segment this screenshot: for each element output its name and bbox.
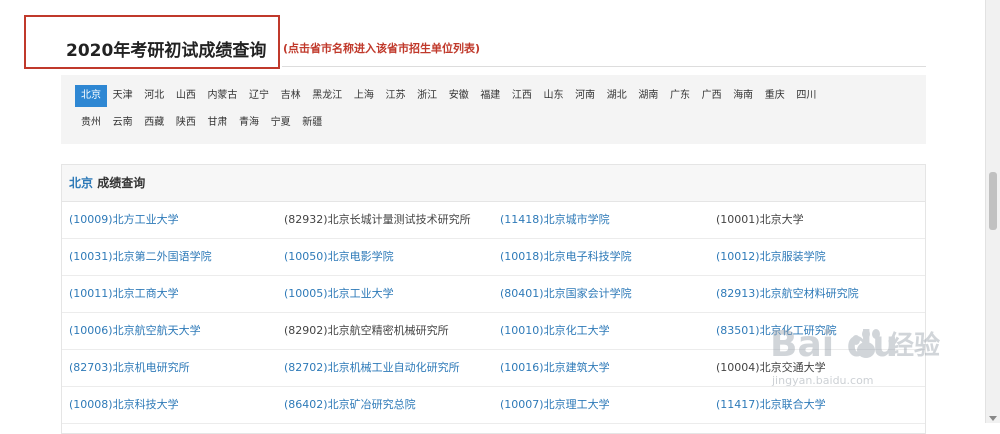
province-item[interactable]: 安徽: [443, 85, 475, 107]
school-link[interactable]: (83501)北京化工研究院: [716, 313, 837, 349]
province-item[interactable]: 贵州: [75, 112, 107, 134]
province-item[interactable]: 浙江: [411, 85, 443, 107]
title-divider: [282, 66, 926, 67]
school-link[interactable]: (11417)北京联合大学: [716, 387, 826, 423]
province-item[interactable]: 山西: [170, 85, 202, 107]
province-item[interactable]: 宁夏: [265, 112, 297, 134]
school-list-header: 北京 成绩查询: [62, 165, 925, 202]
page-subtitle: (点击省市名称进入该省市招生单位列表): [283, 42, 481, 55]
province-item[interactable]: 上海: [348, 85, 380, 107]
province-item[interactable]: 河北: [138, 85, 170, 107]
province-item[interactable]: 福建: [474, 85, 506, 107]
province-row-2: 贵州 云南 西藏 陕西 甘肃 青海 宁夏 新疆: [75, 112, 328, 134]
school-link[interactable]: (10012)北京服装学院: [716, 239, 826, 275]
school-link[interactable]: (82702)北京机械工业自动化研究所: [284, 350, 460, 386]
province-item[interactable]: 河南: [569, 85, 601, 107]
school-link[interactable]: (10010)北京化工大学: [500, 313, 610, 349]
province-item[interactable]: 新疆: [296, 112, 328, 134]
province-item[interactable]: 湖北: [601, 85, 633, 107]
province-item[interactable]: 江苏: [379, 85, 411, 107]
school-link[interactable]: (82932)北京长城计量测试技术研究所: [284, 202, 471, 238]
school-row: (10011)北京工商大学 (10005)北京工业大学 (80401)北京国家会计学…: [62, 276, 925, 313]
province-item[interactable]: 云南: [107, 112, 139, 134]
scrollbar-thumb[interactable]: [989, 172, 997, 230]
school-link[interactable]: (82703)北京机电研究所: [69, 350, 190, 386]
header-province-link[interactable]: 北京: [69, 176, 93, 190]
province-item[interactable]: 广东: [664, 85, 696, 107]
school-row: (10031)北京第二外国语学院 (10050)北京电影学院 (10018)北京电子…: [62, 239, 925, 276]
school-link[interactable]: (10050)北京电影学院: [284, 239, 394, 275]
province-item[interactable]: 陕西: [170, 112, 202, 134]
school-link[interactable]: (86402)北京矿冶研究总院: [284, 387, 416, 423]
province-item[interactable]: 天津: [107, 85, 139, 107]
school-link[interactable]: (10001)北京大学: [716, 202, 804, 238]
school-link[interactable]: (10011)北京工商大学: [69, 276, 179, 312]
province-item[interactable]: 广西: [696, 85, 728, 107]
school-link[interactable]: (10004)北京交通大学: [716, 350, 826, 386]
province-item[interactable]: 青海: [233, 112, 265, 134]
school-link[interactable]: (10031)北京第二外国语学院: [69, 239, 212, 275]
school-link[interactable]: (10016)北京建筑大学: [500, 350, 610, 386]
school-link[interactable]: (11418)北京城市学院: [500, 202, 610, 238]
province-item[interactable]: 重庆: [759, 85, 791, 107]
province-item[interactable]: 海南: [727, 85, 759, 107]
page-title: 2020年考研初试成绩查询: [66, 41, 267, 61]
province-item[interactable]: 四川: [790, 85, 822, 107]
province-item[interactable]: 湖南: [632, 85, 664, 107]
province-item[interactable]: 辽宁: [243, 85, 275, 107]
province-item[interactable]: 内蒙古: [201, 85, 243, 107]
province-item[interactable]: 山东: [538, 85, 570, 107]
school-row: (10006)北京航空航天大学 (82902)北京航空精密机械研究所 (10010)…: [62, 313, 925, 350]
province-selector: 北京 天津 河北 山西 内蒙古 辽宁 吉林 黑龙江 上海 江苏 浙江 安徽 福建 江西 山东 河南 湖北 湖南 广东…: [61, 75, 926, 144]
province-item[interactable]: 江西: [506, 85, 538, 107]
school-link[interactable]: (80401)北京国家会计学院: [500, 276, 632, 312]
school-link[interactable]: (82902)北京航空精密机械研究所: [284, 313, 449, 349]
province-item[interactable]: 甘肃: [201, 112, 233, 134]
school-link[interactable]: (10006)北京航空航天大学: [69, 313, 201, 349]
school-link[interactable]: (82913)北京航空材料研究院: [716, 276, 859, 312]
school-row: (82703)北京机电研究所 (82702)北京机械工业自动化研究所 (10016)…: [62, 350, 925, 387]
province-row-1: 北京 天津 河北 山西 内蒙古 辽宁 吉林 黑龙江 上海 江苏 浙江 安徽 福建 江西 山东 河南 湖北 湖南 广东…: [75, 85, 822, 107]
vertical-scrollbar[interactable]: [985, 0, 1000, 423]
school-list-panel: 北京 成绩查询 (10009)北方工业大学 (82932)北京长城计量测试技术研究…: [61, 164, 926, 434]
school-row: (10009)北方工业大学 (82932)北京长城计量测试技术研究所 (11418)…: [62, 202, 925, 239]
school-link[interactable]: (10009)北方工业大学: [69, 202, 179, 238]
header-heading-text: 成绩查询: [93, 176, 146, 190]
school-link[interactable]: (10007)北京理工大学: [500, 387, 610, 423]
scroll-down-arrow-icon[interactable]: [989, 416, 997, 421]
school-row: (10008)北京科技大学 (86402)北京矿冶研究总院 (10007)北京理工大…: [62, 387, 925, 424]
province-item[interactable]: 北京: [75, 85, 107, 107]
province-item[interactable]: 吉林: [275, 85, 307, 107]
school-link[interactable]: (10005)北京工业大学: [284, 276, 394, 312]
school-link[interactable]: (10018)北京电子科技学院: [500, 239, 632, 275]
school-link[interactable]: (10008)北京科技大学: [69, 387, 179, 423]
province-item[interactable]: 西藏: [138, 112, 170, 134]
province-item[interactable]: 黑龙江: [306, 85, 348, 107]
